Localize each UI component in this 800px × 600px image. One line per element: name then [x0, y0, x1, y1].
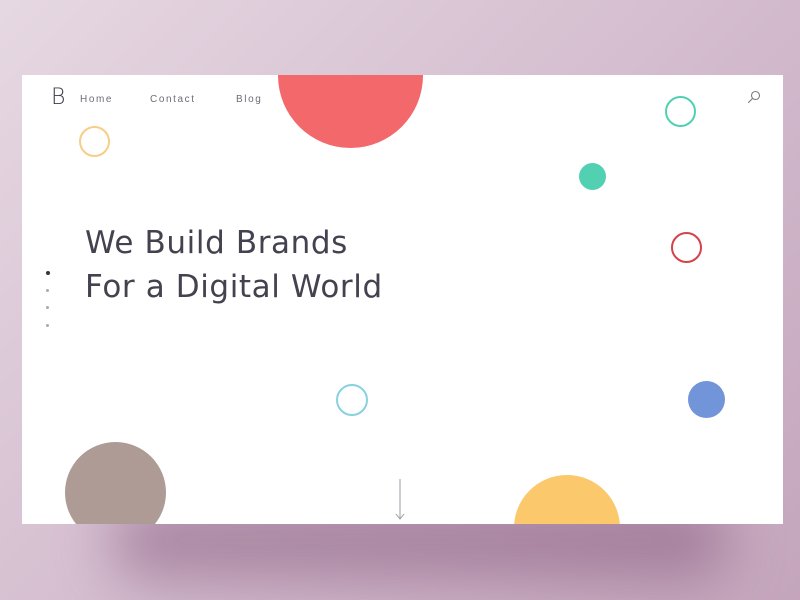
slider-dot-4[interactable]: [46, 324, 49, 327]
teal-circle: [579, 163, 606, 190]
coral-circle: [278, 75, 423, 148]
arrow-down-icon[interactable]: [394, 479, 406, 521]
yellow-ring: [79, 126, 110, 157]
teal-ring: [665, 96, 696, 127]
slider-dot-3[interactable]: [46, 306, 49, 309]
slider-dot-1[interactable]: [45, 271, 50, 275]
blue-circle: [688, 381, 725, 418]
headline-line-1: We Build Brands: [85, 225, 348, 261]
red-ring: [671, 232, 702, 263]
taupe-circle: [65, 442, 166, 524]
nav-home[interactable]: Home: [80, 94, 113, 105]
slider-dot-2[interactable]: [46, 289, 49, 292]
search-icon[interactable]: [746, 89, 762, 105]
landing-page-card: B Home Contact Blog We Build Brands For …: [22, 75, 783, 524]
yellow-circle: [514, 475, 620, 524]
headline-line-2: For a Digital World: [85, 269, 383, 305]
light-blue-ring: [336, 384, 368, 416]
nav-blog[interactable]: Blog: [236, 94, 262, 105]
hero-headline: We Build Brands For a Digital World: [85, 221, 383, 309]
brand-logo[interactable]: B: [51, 85, 65, 110]
nav-contact[interactable]: Contact: [150, 94, 196, 105]
